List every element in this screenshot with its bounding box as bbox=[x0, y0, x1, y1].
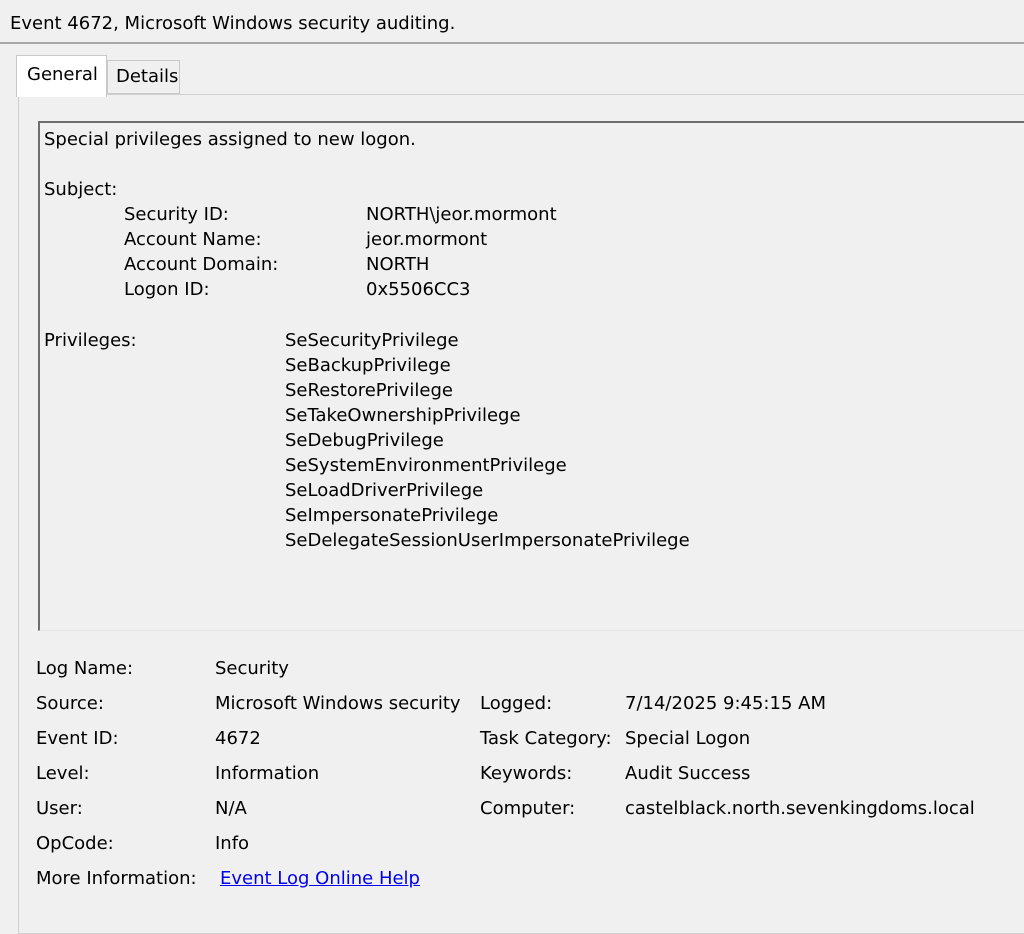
privilege-item: SeImpersonatePrivilege bbox=[285, 505, 499, 526]
window-title: Event 4672, Microsoft Windows security a… bbox=[10, 13, 456, 34]
subject-field-value: NORTH\jeor.mormont bbox=[366, 204, 557, 225]
event-description-box[interactable]: Special privileges assigned to new logon… bbox=[38, 121, 1024, 631]
logged-value: 7/14/2025 9:45:15 AM bbox=[625, 693, 826, 714]
privileges-label: Privileges: bbox=[44, 330, 137, 351]
privilege-item: SeDelegateSessionUserImpersonatePrivileg… bbox=[285, 530, 690, 551]
event-id-value: 4672 bbox=[215, 728, 261, 749]
keywords-value: Audit Success bbox=[625, 763, 751, 784]
source-value: Microsoft Windows security bbox=[215, 693, 461, 714]
user-label: User: bbox=[36, 798, 83, 819]
privilege-item: SeSystemEnvironmentPrivilege bbox=[285, 455, 567, 476]
task-category-label: Task Category: bbox=[480, 728, 612, 749]
subject-field-value: 0x5506CC3 bbox=[366, 279, 471, 300]
logged-label: Logged: bbox=[480, 693, 553, 714]
event-log-online-help-link[interactable]: Event Log Online Help bbox=[220, 868, 420, 890]
level-label: Level: bbox=[36, 763, 90, 784]
privilege-item: SeTakeOwnershipPrivilege bbox=[285, 405, 521, 426]
more-information-label: More Information: bbox=[36, 868, 197, 889]
event-id-label: Event ID: bbox=[36, 728, 119, 749]
tab-general[interactable]: General bbox=[16, 55, 107, 97]
privilege-item: SeDebugPrivilege bbox=[285, 430, 444, 451]
subject-field-label: Account Name: bbox=[124, 229, 262, 250]
window-titlebar: Event 4672, Microsoft Windows security a… bbox=[0, 0, 1024, 44]
description-headline: Special privileges assigned to new logon… bbox=[44, 129, 416, 150]
opcode-label: OpCode: bbox=[36, 833, 114, 854]
level-value: Information bbox=[215, 763, 320, 784]
subject-field-label: Logon ID: bbox=[124, 279, 210, 300]
privilege-item: SeRestorePrivilege bbox=[285, 380, 453, 401]
source-label: Source: bbox=[36, 693, 104, 714]
task-category-value: Special Logon bbox=[625, 728, 751, 749]
subject-field-value: NORTH bbox=[366, 254, 430, 275]
user-value: N/A bbox=[215, 798, 247, 819]
subject-field-label: Account Domain: bbox=[124, 254, 279, 275]
privilege-item: SeSecurityPrivilege bbox=[285, 330, 459, 351]
privilege-item: SeBackupPrivilege bbox=[285, 355, 451, 376]
privilege-item: SeLoadDriverPrivilege bbox=[285, 480, 484, 501]
computer-value: castelblack.north.sevenkingdoms.local bbox=[625, 798, 975, 819]
keywords-label: Keywords: bbox=[480, 763, 573, 784]
tab-details[interactable]: Details bbox=[107, 60, 180, 94]
subject-field-label: Security ID: bbox=[124, 204, 229, 225]
log-name-value: Security bbox=[215, 658, 289, 679]
opcode-value: Info bbox=[215, 833, 250, 854]
subject-label: Subject: bbox=[44, 179, 118, 200]
computer-label: Computer: bbox=[480, 798, 576, 819]
subject-field-value: jeor.mormont bbox=[366, 229, 488, 250]
log-name-label: Log Name: bbox=[36, 658, 134, 679]
